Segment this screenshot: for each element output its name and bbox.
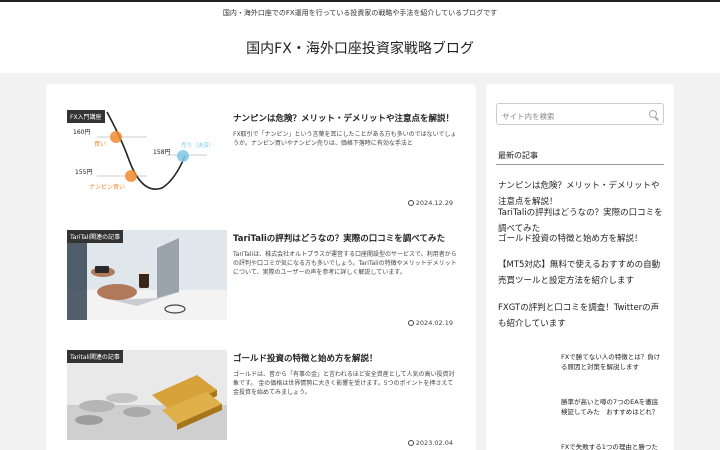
clock-icon <box>407 320 414 326</box>
post-date: 2024.12.29 <box>407 199 453 207</box>
search-input[interactable] <box>497 106 637 127</box>
recent-post-link[interactable]: FXGTの評判と口コミを調査！Twitterの声も紹介しています <box>498 300 666 332</box>
sell-label: 売り（決済） <box>181 141 214 149</box>
widget-divider <box>496 164 664 165</box>
gold-bars-illustration <box>67 350 227 440</box>
site-tagline: 国内・海外口座でのFX運用を行っている投資家の戦略や手法を紹介しているブログです <box>222 9 498 17</box>
post-date-text: 2024.02.19 <box>415 319 453 327</box>
widget-title: 最新の記事 <box>498 151 538 160</box>
post-title[interactable]: ナンピンは危険？メリット・デメリットや注意点を解説！ <box>233 113 457 125</box>
post-snippet: FX取引で「ナンピン」という言葉を耳にしたことがある方も多いのではないでしょうか… <box>233 131 457 147</box>
post-card[interactable]: FX入門講座 160円 買い 158円 売り（決済） 155円 ナンピン買い ナ… <box>67 110 457 210</box>
category-badge: TariTali関連の記事 <box>67 230 124 243</box>
post-thumbnail[interactable]: FX入門講座 160円 買い 158円 売り（決済） 155円 ナンピン買い <box>67 110 227 200</box>
buy-label: 買い <box>94 141 106 148</box>
site-title[interactable]: 国内FX・海外口座投資家戦略ブログ <box>0 38 720 58</box>
recent-post-link[interactable]: 【MT5対応】無料で使えるおすすめの自動売買ツールと設定方法を紹介します <box>498 257 666 289</box>
sell-price-label: 158円 <box>153 149 170 156</box>
nanpin-label: ナンピン買い <box>89 184 125 191</box>
nanpin-chart-illustration: 160円 買い 158円 売り（決済） 155円 ナンピン買い <box>67 110 227 200</box>
sidebar: 最新の記事 ナンピンは危険？メリット・デメリットや注意点を解説！ TariTal… <box>486 84 674 450</box>
recent-post-mini[interactable]: 勝率が高いと噂の7つのEAを徹底検証してみた おすすめはどれ？ <box>561 397 663 417</box>
post-title[interactable]: TariTaliの評判はどうなの？実際の口コミを調べてみた <box>233 233 457 245</box>
nanpin-price-label: 155円 <box>75 169 92 176</box>
post-snippet: TariTaliは、株式会社オルトプラスが運営する口座開設型のサービスで、利用者… <box>233 251 457 276</box>
post-title[interactable]: ゴールド投資の特徴と始め方を解説！ <box>233 353 457 365</box>
clock-icon <box>407 440 414 446</box>
post-snippet: ゴールドは、昔から「有事の金」と言われるほど安全資産として人気の高い投資対象です… <box>233 371 455 396</box>
recent-post-link[interactable]: ゴールド投資の特徴と始め方を解説！ <box>498 231 666 247</box>
post-date-text: 2024.12.29 <box>415 199 453 207</box>
buy-price-label: 160円 <box>73 129 90 136</box>
search-box <box>496 103 664 127</box>
post-date: 2024.02.19 <box>407 319 453 327</box>
post-thumbnail[interactable]: TariTali関連の記事 <box>67 230 227 320</box>
post-thumbnail[interactable]: Taritali関連の記事 <box>67 350 227 440</box>
category-badge: FX入門講座 <box>67 110 105 123</box>
laptop-photo-illustration <box>67 230 227 320</box>
recent-post-mini[interactable]: FXで勝てない人の特徴とは？負ける原因と対策を解説します <box>561 352 663 372</box>
post-card[interactable]: Taritali関連の記事 ゴールド投資の特徴と始め方を解説！ ゴールドは、昔か… <box>67 350 457 450</box>
post-date: 2023.02.04 <box>407 439 453 447</box>
site-header: 国内・海外口座でのFX運用を行っている投資家の戦略や手法を紹介しているブログです… <box>0 2 720 73</box>
clock-icon <box>407 200 414 206</box>
post-list: FX入門講座 160円 買い 158円 売り（決済） 155円 ナンピン買い ナ… <box>46 84 476 450</box>
post-card[interactable]: TariTali関連の記事 TariTaliの評判はどうなの？実際の口コミを調べ… <box>67 230 457 330</box>
recent-post-mini[interactable]: FXで失敗する1つの理由と勝つためのポイント <box>561 442 663 450</box>
post-date-text: 2023.02.04 <box>415 439 453 447</box>
search-icon[interactable] <box>649 110 657 118</box>
category-badge: Taritali関連の記事 <box>67 350 123 363</box>
